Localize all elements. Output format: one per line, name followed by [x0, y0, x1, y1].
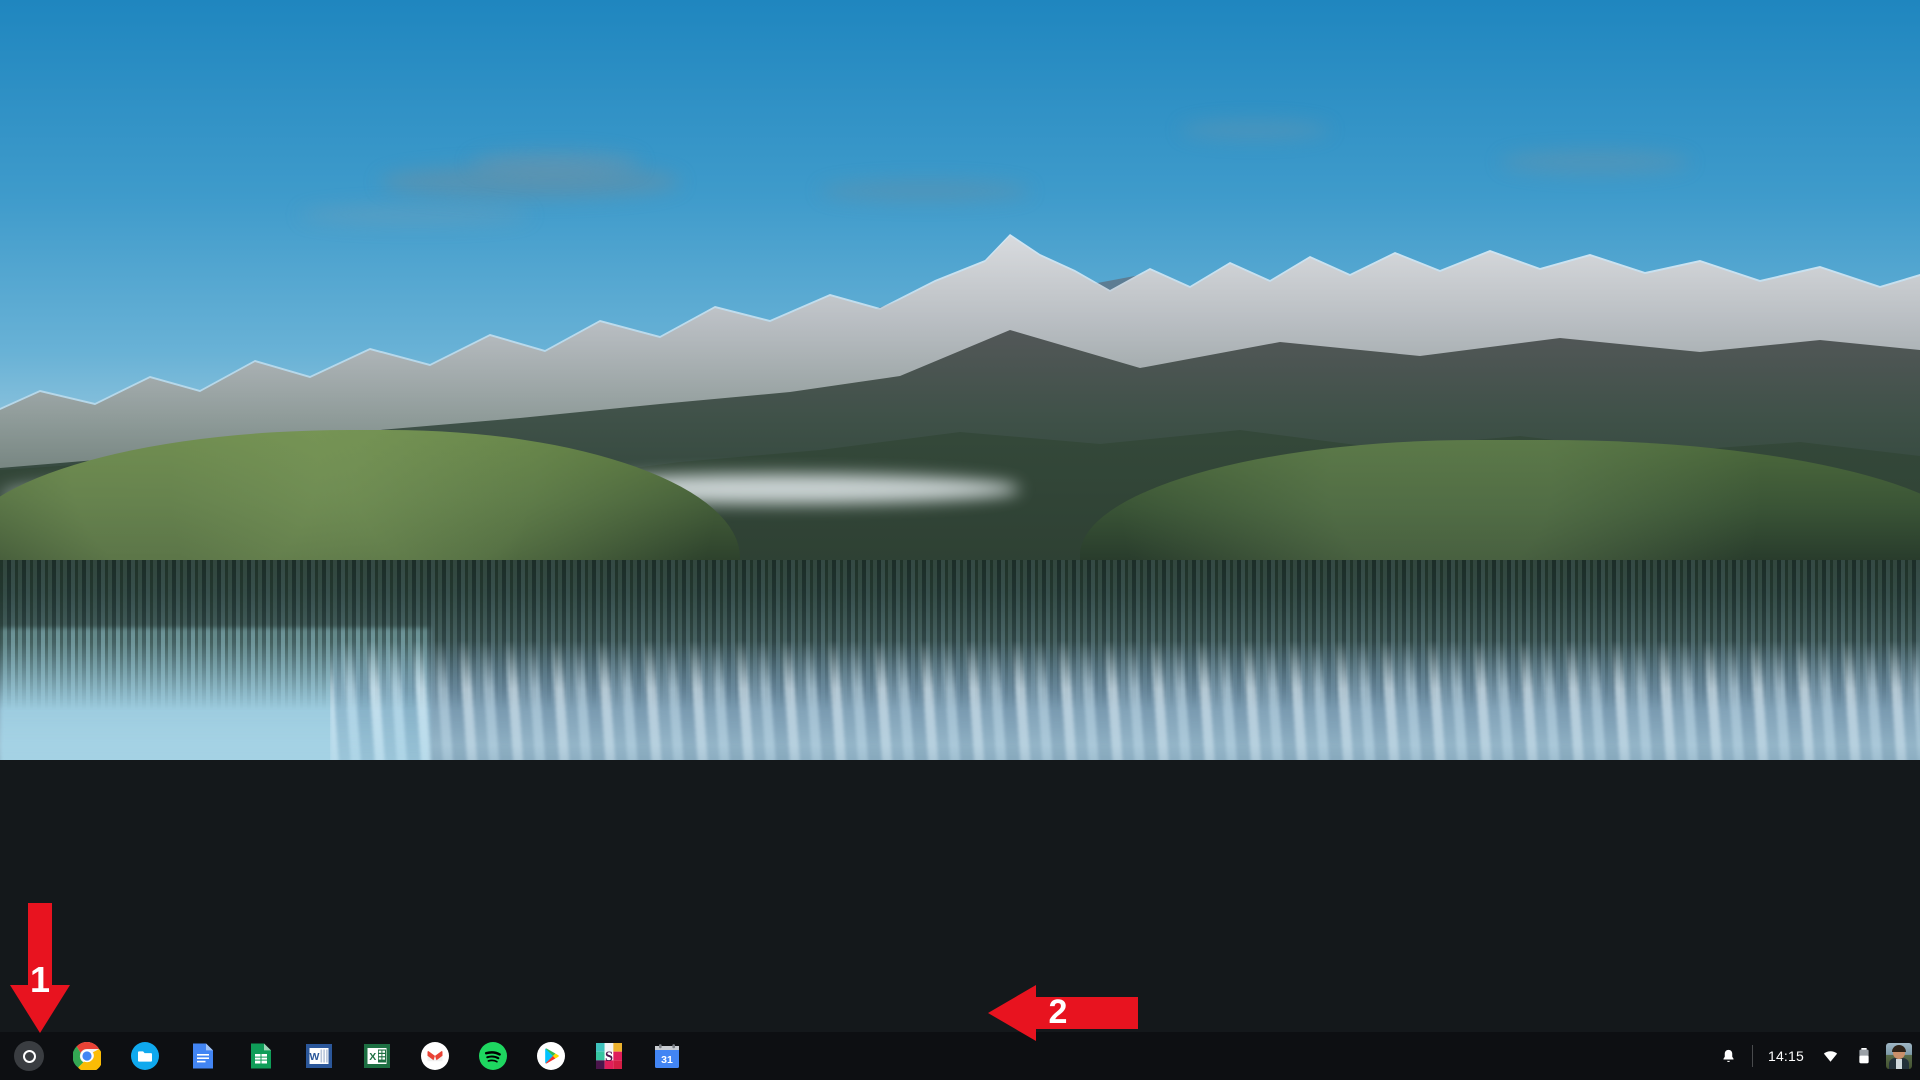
microsoft-word-icon: W: [305, 1042, 333, 1070]
svg-text:31: 31: [661, 1054, 673, 1066]
shelf-item-slack[interactable]: S: [580, 1032, 638, 1080]
shelf-item-google-sheets[interactable]: [232, 1032, 290, 1080]
avatar[interactable]: [1886, 1043, 1912, 1069]
shelf-item-microsoft-excel[interactable]: X: [348, 1032, 406, 1080]
shelf-item-play-store[interactable]: [522, 1032, 580, 1080]
shelf-item-chrome[interactable]: [58, 1032, 116, 1080]
calendar-icon: 31: [653, 1042, 681, 1070]
annotation-number-1: 1: [29, 959, 51, 1000]
google-sheets-icon: [247, 1042, 275, 1070]
bell-icon: [1723, 1049, 1734, 1062]
annotation-arrow-2: 2: [988, 985, 1138, 1041]
shelf-item-google-docs[interactable]: [174, 1032, 232, 1080]
shelf-item-gmail[interactable]: [406, 1032, 464, 1080]
svg-text:S: S: [605, 1049, 613, 1065]
annotation-number-2: 2: [1048, 993, 1068, 1031]
svg-text:X: X: [369, 1051, 376, 1063]
chromeos-desktop: Search your device, apps, web… G Google …: [0, 0, 1920, 1080]
svg-text:W: W: [310, 1051, 320, 1063]
wallpaper-cloud: [470, 150, 640, 176]
shelf: W X S 31 14:15: [0, 1032, 1920, 1080]
wallpaper-cloud: [1180, 120, 1330, 140]
shelf-pinned-apps: W X S 31: [0, 1032, 696, 1080]
shelf-launcher-button[interactable]: [0, 1032, 58, 1080]
play-store-icon: [537, 1042, 565, 1070]
chrome-icon: [73, 1042, 101, 1070]
spotify-icon: [479, 1042, 507, 1070]
tray-divider: [1751, 1045, 1753, 1067]
gmail-icon: [421, 1042, 449, 1070]
shelf-item-spotify[interactable]: [464, 1032, 522, 1080]
network-status[interactable]: [1813, 1032, 1848, 1080]
wallpaper-cloud: [300, 205, 530, 225]
launcher-circle-icon: [14, 1041, 44, 1071]
system-tray: 14:15: [1711, 1032, 1920, 1080]
clock: 14:15: [1767, 1048, 1804, 1064]
microsoft-excel-icon: X: [363, 1042, 391, 1070]
slack-icon: S: [595, 1042, 623, 1070]
app-launcher-panel: Search your device, apps, web… G Google …: [0, 760, 1920, 1040]
wifi-icon: [1823, 1050, 1838, 1062]
wallpaper-cloud: [820, 180, 1030, 202]
wallpaper-mountain-reflection: [330, 640, 1920, 780]
battery-icon: [1859, 1048, 1869, 1064]
shelf-item-microsoft-word[interactable]: W: [290, 1032, 348, 1080]
status-area[interactable]: 14:15: [1759, 1032, 1813, 1080]
files-folder-icon: [131, 1042, 159, 1070]
google-docs-icon: [189, 1042, 217, 1070]
notification-button[interactable]: [1711, 1032, 1746, 1080]
wallpaper-cloud: [1500, 150, 1690, 174]
shelf-item-google-calendar[interactable]: 31: [638, 1032, 696, 1080]
shelf-item-files[interactable]: [116, 1032, 174, 1080]
battery-status[interactable]: [1848, 1032, 1880, 1080]
annotation-arrow-1: 1: [10, 903, 70, 1033]
